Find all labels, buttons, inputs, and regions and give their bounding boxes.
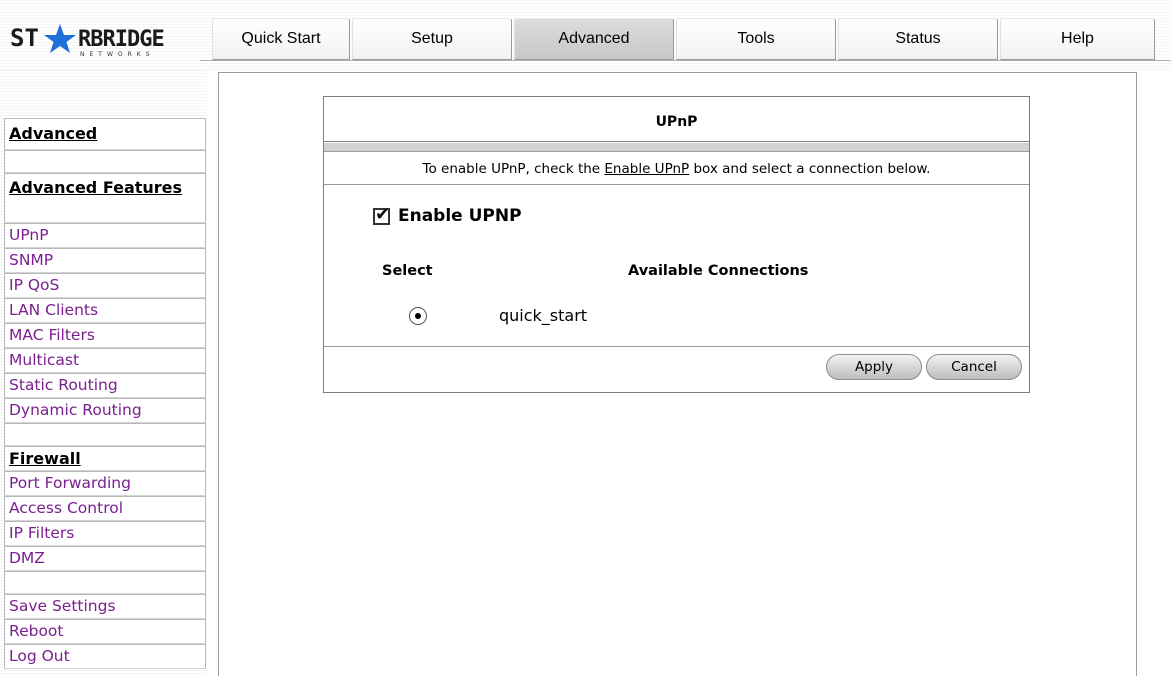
sidebar-item-access-control[interactable]: Access Control	[4, 496, 206, 521]
available-connections-header: Available Connections	[628, 263, 809, 279]
sidebar-item-ip-filters[interactable]: IP Filters	[4, 521, 206, 546]
sidebar-item-ip-qos[interactable]: IP QoS	[4, 273, 206, 298]
enable-upnp-row: Enable UPNP	[373, 203, 522, 229]
main-tabs: Quick Start Setup Advanced Tools Status …	[212, 18, 1157, 60]
sidebar-item-reboot[interactable]: Reboot	[4, 619, 206, 644]
apply-button[interactable]: Apply	[826, 354, 922, 380]
sidebar-item-multicast[interactable]: Multicast	[4, 348, 206, 373]
instruction-post: box and select a connection below.	[689, 161, 931, 177]
select-column-header: Select	[382, 263, 433, 279]
sidebar-item-snmp[interactable]: SNMP	[4, 248, 206, 273]
cancel-button[interactable]: Cancel	[926, 354, 1022, 380]
sidebar-spacer	[4, 571, 206, 594]
panel-separator	[324, 143, 1029, 151]
star-icon	[44, 24, 76, 53]
connection-radio[interactable]	[409, 307, 427, 325]
sidebar-item-upnp[interactable]: UPnP	[4, 223, 206, 248]
upnp-panel: UPnP To enable UPnP, check the Enable UP…	[323, 96, 1030, 393]
tab-setup[interactable]: Setup	[352, 18, 512, 60]
sidebar-heading-advanced-features: Advanced Features	[4, 173, 206, 223]
sidebar-item-static-routing[interactable]: Static Routing	[4, 373, 206, 398]
sidebar-spacer	[4, 150, 206, 173]
sidebar-item-dmz[interactable]: DMZ	[4, 546, 206, 571]
tab-advanced[interactable]: Advanced	[514, 18, 674, 60]
sidebar-item-mac-filters[interactable]: MAC Filters	[4, 323, 206, 348]
sidebar-spacer	[4, 423, 206, 446]
tab-quick-start[interactable]: Quick Start	[212, 18, 350, 60]
svg-text:NETWORKS: NETWORKS	[80, 51, 155, 58]
sidebar: Advanced Advanced Features UPnP SNMP IP …	[4, 118, 206, 669]
instruction-text: To enable UPnP, check the Enable UPnP bo…	[324, 151, 1029, 185]
sidebar-item-dynamic-routing[interactable]: Dynamic Routing	[4, 398, 206, 423]
enable-upnp-label: Enable UPNP	[398, 206, 522, 226]
sidebar-heading-advanced: Advanced	[4, 118, 206, 150]
sidebar-heading-firewall: Firewall	[4, 446, 206, 471]
sidebar-item-save-settings[interactable]: Save Settings	[4, 594, 206, 619]
tab-tools[interactable]: Tools	[676, 18, 836, 60]
instruction-pre: To enable UPnP, check the	[422, 161, 605, 177]
connection-name: quick_start	[499, 306, 588, 325]
sidebar-item-lan-clients[interactable]: LAN Clients	[4, 298, 206, 323]
sidebar-item-port-forwarding[interactable]: Port Forwarding	[4, 471, 206, 496]
svg-text:ST: ST	[10, 24, 39, 52]
tab-help[interactable]: Help	[1000, 18, 1155, 60]
starbridge-logo: ST RBRIDGE NETWORKS	[8, 18, 208, 60]
panel-title: UPnP	[324, 97, 1029, 142]
instruction-link: Enable UPnP	[604, 161, 690, 177]
enable-upnp-checkbox[interactable]	[373, 204, 390, 225]
sidebar-item-log-out[interactable]: Log Out	[4, 644, 206, 669]
tab-divider	[200, 60, 1171, 64]
tab-status[interactable]: Status	[838, 18, 998, 60]
panel-footer	[324, 346, 1029, 392]
svg-text:RBRIDGE: RBRIDGE	[78, 27, 164, 52]
